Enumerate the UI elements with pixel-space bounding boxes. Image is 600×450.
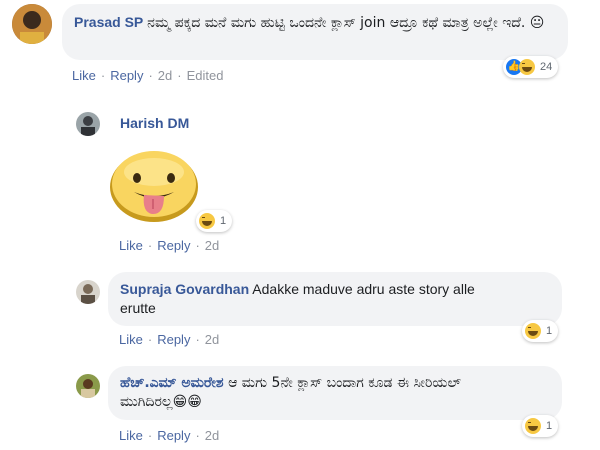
reply-link[interactable]: Reply — [157, 238, 190, 253]
like-link[interactable]: Like — [72, 68, 96, 83]
haha-icon — [519, 59, 535, 75]
comment-text: Adakke maduve adru aste story alle — [252, 281, 475, 297]
user-photo — [12, 4, 52, 44]
comment-author[interactable]: Prasad SP — [74, 14, 143, 30]
timestamp[interactable]: 2d — [158, 68, 172, 83]
avatar[interactable] — [12, 4, 52, 44]
reply-link[interactable]: Reply — [110, 68, 143, 83]
reaction-count: 24 — [540, 61, 553, 73]
comment-bubble: Supraja Govardhan Adakke maduve adru ast… — [108, 272, 562, 326]
reaction-summary[interactable]: 1 — [196, 210, 233, 232]
timestamp[interactable]: 2d — [205, 428, 219, 443]
comment-author[interactable]: Supraja Govardhan — [120, 281, 249, 297]
comment-actions: Like · Reply · 2d · Edited — [72, 68, 224, 83]
user-photo — [76, 112, 100, 136]
reaction-count: 1 — [220, 215, 227, 227]
comment-text: ನಮ್ಮ ಪಕ್ಕದ ಮನೆ ಮಗು ಹುಟ್ಟಿ ಒಂದನೇ ಕ್ಲಾಸ್ j… — [147, 15, 545, 31]
comment-actions: Like · Reply · 2d — [119, 238, 220, 253]
reaction-count: 1 — [546, 325, 553, 337]
like-link[interactable]: Like — [119, 332, 143, 347]
comment-actions: Like · Reply · 2d — [119, 332, 220, 347]
haha-icon — [525, 323, 541, 339]
avatar[interactable] — [76, 374, 100, 398]
tongue-out-sticker — [106, 146, 202, 224]
avatar[interactable] — [76, 280, 100, 304]
timestamp[interactable]: 2d — [205, 238, 219, 253]
reaction-summary[interactable]: 1 — [522, 415, 559, 437]
haha-icon — [525, 418, 541, 434]
comment-text-continued: ಮುಗಿದಿರಲ್ಲ😁😁 — [120, 394, 202, 410]
timestamp[interactable]: 2d — [205, 332, 219, 347]
user-photo — [76, 374, 100, 398]
user-photo — [76, 280, 100, 304]
like-link[interactable]: Like — [119, 428, 143, 443]
reaction-summary[interactable]: 👍 24 — [503, 56, 559, 78]
comment-bubble: Prasad SP ನಮ್ಮ ಪಕ್ಕದ ಮನೆ ಮಗು ಹುಟ್ಟಿ ಒಂದನ… — [62, 4, 568, 60]
comment-bubble: ಹೆಚ್.ಎಮ್ ಅಮರೇಶ ಆ ಮಗು 5ನೇ ಕ್ಲಾಸ್ ಬಂದಾಗ ಕೂ… — [108, 366, 562, 420]
comment-author[interactable]: ಹೆಚ್.ಎಮ್ ಅಮರೇಶ — [120, 375, 224, 391]
comment-actions: Like · Reply · 2d — [119, 428, 220, 443]
reply-link[interactable]: Reply — [157, 332, 190, 347]
comment-author[interactable]: Harish DM — [120, 115, 189, 131]
avatar[interactable] — [76, 112, 100, 136]
edited-label[interactable]: Edited — [187, 68, 224, 83]
comment-text: ಆ ಮಗು 5ನೇ ಕ್ಲಾಸ್ ಬಂದಾಗ ಕೂಡ ಈ ಸೀರಿಯಲ್ — [228, 375, 461, 391]
reaction-summary[interactable]: 1 — [522, 320, 559, 342]
haha-icon — [199, 213, 215, 229]
like-link[interactable]: Like — [119, 238, 143, 253]
reaction-count: 1 — [546, 420, 553, 432]
reply-link[interactable]: Reply — [157, 428, 190, 443]
comment-text-continued: erutte — [120, 300, 156, 316]
